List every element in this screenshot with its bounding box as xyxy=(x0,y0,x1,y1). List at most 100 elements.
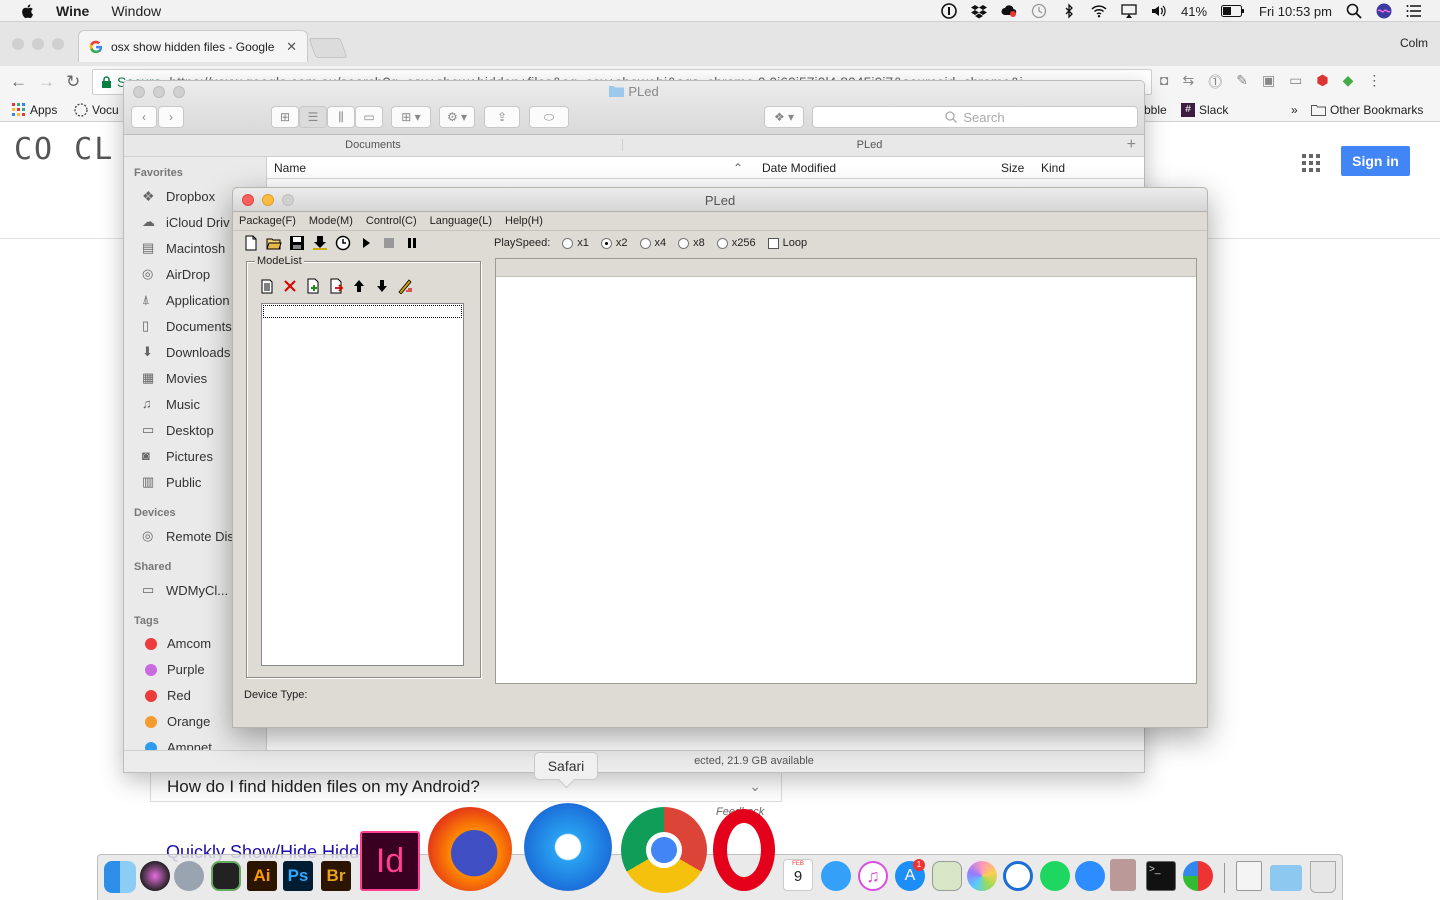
bookmark-other-bookmarks[interactable]: Other Bookmarks xyxy=(1311,103,1423,117)
terminal-dock-icon[interactable]: >_ xyxy=(1146,861,1176,891)
people-also-ask-item[interactable]: How do I find hidden files on my Android… xyxy=(150,772,782,802)
reload-icon[interactable]: ↻ xyxy=(66,72,80,92)
column-header-size[interactable]: Size xyxy=(1001,161,1024,175)
pause-icon[interactable] xyxy=(404,235,420,251)
menu-package[interactable]: Package(F) xyxy=(239,215,296,227)
column-header-name[interactable]: Name xyxy=(274,161,306,175)
speed-x256-radio[interactable] xyxy=(716,237,728,249)
finder-back-button[interactable]: ‹ xyxy=(131,106,157,128)
preview-dock-icon[interactable] xyxy=(932,861,962,891)
apple-menu-icon[interactable] xyxy=(20,3,36,19)
open-folder-icon[interactable] xyxy=(266,235,282,251)
action-gear-button[interactable]: ⚙ ▾ xyxy=(439,106,475,128)
finder-tab-pled[interactable]: PLed xyxy=(622,139,1116,151)
menu-control[interactable]: Control(C) xyxy=(366,215,417,227)
menu-help[interactable]: Help(H) xyxy=(505,215,543,227)
document-stack-dock-icon[interactable] xyxy=(1236,861,1262,891)
icon-view-button[interactable]: ⊞ xyxy=(271,106,299,128)
modelist-listbox[interactable] xyxy=(261,303,464,666)
edit-mode-icon[interactable] xyxy=(397,278,413,294)
bookmarks-overflow[interactable]: » xyxy=(1291,103,1298,117)
trash-dock-icon[interactable] xyxy=(1310,861,1336,893)
menu-language[interactable]: Language(L) xyxy=(430,215,492,227)
speed-x2-radio[interactable] xyxy=(600,237,612,249)
google-apps-grid-icon[interactable] xyxy=(1302,154,1320,172)
arrange-button[interactable]: ⊞ ▾ xyxy=(391,106,431,128)
sidebar-item-macintosh[interactable]: ▤ Macintosh xyxy=(142,240,225,256)
add-mode-icon[interactable] xyxy=(259,278,275,294)
shazam-extension-icon[interactable]: ▣ xyxy=(1262,72,1275,92)
share-button[interactable]: ⇪ xyxy=(484,106,520,128)
list-view-button[interactable]: ☰ xyxy=(299,106,327,128)
sidebar-item-documents[interactable]: ▯ Documents xyxy=(142,318,232,334)
sidebar-tag-orange[interactable]: Orange xyxy=(142,714,210,729)
speed-x8-radio[interactable] xyxy=(678,237,690,249)
calendar-dock-icon[interactable]: FEB 9 xyxy=(783,859,813,891)
siri-dock-icon[interactable] xyxy=(140,861,170,891)
stop-icon[interactable] xyxy=(381,235,397,251)
bluetooth-icon[interactable] xyxy=(1061,3,1077,19)
sidebar-item-downloads[interactable]: ⬇ Downloads xyxy=(142,344,230,360)
sidebar-tag-red[interactable]: Red xyxy=(142,688,191,703)
sync-extension-icon[interactable]: ⇆ xyxy=(1182,72,1194,92)
sidebar-item-dropbox[interactable]: ❖ Dropbox xyxy=(142,188,215,204)
onepassword-extension-icon[interactable]: ⓵ xyxy=(1208,72,1222,92)
forward-arrow-icon[interactable]: → xyxy=(38,72,55,92)
bookmark-slack[interactable]: # Slack xyxy=(1181,103,1228,117)
sidebar-item-remote-disc[interactable]: ◎ Remote Dis xyxy=(142,528,234,544)
creative-cloud-menu-icon[interactable] xyxy=(1001,3,1017,19)
play-icon[interactable] xyxy=(358,235,374,251)
tab-close-icon[interactable]: ✕ xyxy=(286,39,297,55)
dropbox-toolbar-button[interactable]: ❖ ▾ xyxy=(764,106,804,128)
tags-button[interactable]: ⬭ xyxy=(529,106,569,128)
sign-in-button[interactable]: Sign in xyxy=(1341,146,1410,176)
chrome-profile-name[interactable]: Colm xyxy=(1400,36,1428,50)
adobe-cc-dock-icon[interactable] xyxy=(1183,861,1213,891)
sidebar-tag-purple[interactable]: Purple xyxy=(142,662,205,677)
volume-icon[interactable] xyxy=(1151,3,1167,19)
photos-dock-icon[interactable] xyxy=(967,861,997,891)
active-app-name[interactable]: Wine xyxy=(56,3,89,19)
spotify-dock-icon[interactable] xyxy=(1040,861,1070,891)
new-tab-button[interactable] xyxy=(308,38,348,58)
speed-x4-radio[interactable] xyxy=(639,237,651,249)
zoom-dock-icon[interactable] xyxy=(1075,861,1105,891)
onepassword-dock-icon[interactable] xyxy=(1003,861,1033,891)
sidebar-item-pictures[interactable]: ◙ Pictures xyxy=(142,448,213,464)
download-device-icon[interactable] xyxy=(312,235,328,251)
camera-extension-icon[interactable]: ◘ xyxy=(1160,72,1168,92)
bookmark-apps[interactable]: Apps xyxy=(12,103,57,117)
spotlight-icon[interactable] xyxy=(1346,3,1362,19)
chrome-menu-icon[interactable]: ⋮ xyxy=(1367,72,1381,92)
back-arrow-icon[interactable]: ← xyxy=(10,72,27,92)
move-up-icon[interactable] xyxy=(351,278,367,294)
finder-dock-icon[interactable] xyxy=(104,861,136,893)
messages-dock-icon[interactable] xyxy=(821,861,851,891)
archive-utility-dock-icon[interactable] xyxy=(1110,859,1136,891)
photoshop-dock-icon[interactable]: Ps xyxy=(283,861,313,891)
chrome-minimize-button[interactable] xyxy=(32,38,44,50)
dropbox-menu-icon[interactable] xyxy=(970,3,987,19)
delete-mode-icon[interactable] xyxy=(282,278,298,294)
new-file-icon[interactable] xyxy=(243,235,259,251)
column-header-date-modified[interactable]: Date Modified xyxy=(762,161,836,175)
chrome-tab-google-search[interactable]: osx show hidden files - Googlе ✕ xyxy=(78,30,308,62)
itunes-dock-icon[interactable]: ♫ xyxy=(858,861,888,891)
sidebar-item-public[interactable]: ▥ Public xyxy=(142,474,201,490)
sidebar-item-icloud[interactable]: ☁ iCloud Driv xyxy=(142,214,230,230)
activity-monitor-dock-icon[interactable] xyxy=(211,861,241,891)
coverflow-view-button[interactable]: ▭ xyxy=(355,106,383,128)
sidebar-tag-amcom[interactable]: Amcom xyxy=(142,636,211,651)
move-down-icon[interactable] xyxy=(374,278,390,294)
cast-extension-icon[interactable]: ▭ xyxy=(1289,72,1302,92)
bookmark-bble[interactable]: bble xyxy=(1144,103,1167,117)
column-view-button[interactable]: ⫼ xyxy=(327,106,355,128)
finder-search-field[interactable]: Search xyxy=(812,106,1138,128)
notification-center-icon[interactable] xyxy=(1406,3,1422,19)
airplay-icon[interactable] xyxy=(1121,3,1137,19)
time-machine-icon[interactable] xyxy=(1031,3,1047,19)
save-icon[interactable] xyxy=(289,235,305,251)
applications-folder-dock-icon[interactable] xyxy=(1270,865,1302,891)
safari-dock-icon[interactable] xyxy=(524,803,612,891)
clock-icon[interactable] xyxy=(335,235,351,251)
